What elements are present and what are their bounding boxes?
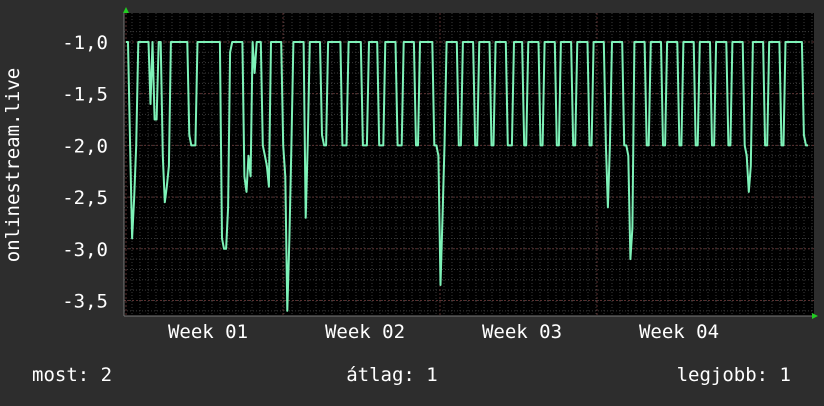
y-axis-ticks: -1,0 -1,5 -2,0 -2,5 -3,0 -3,5 — [62, 32, 108, 313]
legend-max: legjobb: 1 — [677, 364, 791, 386]
legend-now: most: 2 — [32, 364, 112, 386]
y-axis-arrow-icon — [123, 7, 129, 13]
x-tick-label: Week 01 — [168, 321, 248, 343]
y-tick-label: -3,5 — [62, 290, 108, 312]
x-tick-label: Week 03 — [482, 321, 562, 343]
y-tick-label: -1,0 — [62, 32, 108, 54]
x-tick-label: Week 02 — [325, 321, 405, 343]
chart-window: -1,0 -1,5 -2,0 -2,5 -3,0 -3,5 Week 01 Week 02 W… — [0, 0, 824, 402]
y-tick-label: -3,0 — [62, 239, 108, 261]
x-axis-arrow-icon — [812, 313, 818, 319]
y-axis-label: onlinestream.live — [2, 68, 24, 262]
line-chart: -1,0-1,5-2,0-2,5-3,0-3,5 Week 01 Week 02 W… — [2, 7, 818, 386]
legend-average: átlag: 1 — [346, 364, 438, 386]
y-tick-label: -2,0 — [62, 135, 108, 157]
y-tick-label: -1,5 — [62, 84, 108, 106]
y-tick-label: -2,5 — [62, 187, 108, 209]
x-axis-ticks: Week 01 Week 02 Week 03 Week 04 — [168, 321, 719, 343]
x-tick-label: Week 04 — [639, 321, 719, 343]
